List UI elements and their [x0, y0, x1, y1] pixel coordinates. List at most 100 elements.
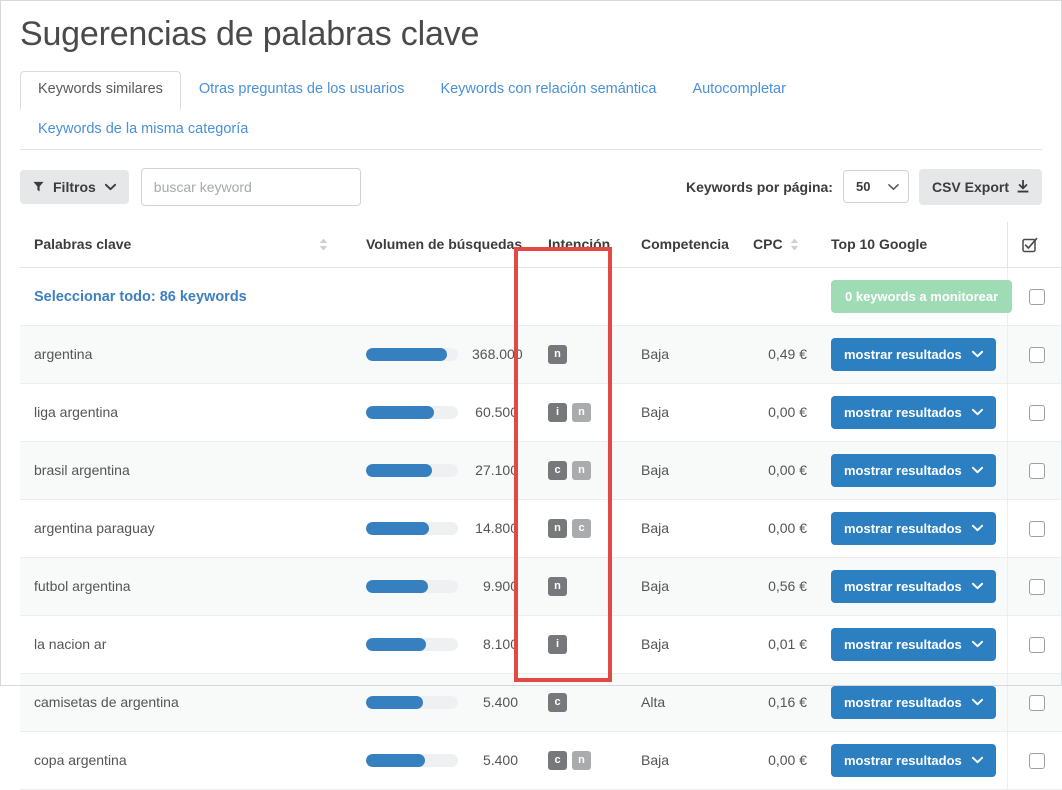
filters-button[interactable]: Filtros — [20, 169, 129, 204]
cell-cpc: 0,01 € — [739, 615, 817, 674]
cell-keyword[interactable]: argentina paraguay — [20, 499, 352, 558]
cell-competition: Alta — [627, 673, 739, 732]
cpc-value: 0,00 € — [768, 404, 807, 421]
row-checkbox[interactable] — [1028, 347, 1045, 364]
show-results-button[interactable]: mostrar resultados — [831, 685, 996, 719]
intent-badge-n[interactable]: n — [572, 460, 591, 480]
show-results-button[interactable]: mostrar resultados — [831, 511, 996, 545]
intent-badge-c[interactable]: c — [548, 460, 567, 480]
cell-keyword[interactable]: copa argentina — [20, 731, 352, 790]
cell-competition: Baja — [627, 731, 739, 790]
cell-intent: in — [534, 383, 627, 442]
volume-value: 14.800 — [475, 520, 518, 537]
volume-value: 368.000 — [472, 346, 523, 363]
column-header-intent[interactable]: Intención — [534, 221, 627, 268]
per-page-select[interactable]: 50 — [842, 170, 909, 204]
select-all-spacer-intent — [534, 267, 627, 326]
cell-top10: mostrar resultados — [817, 499, 1007, 558]
show-results-button[interactable]: mostrar resultados — [831, 337, 996, 371]
keyword-text: copa argentina — [34, 752, 127, 769]
row-checkbox[interactable] — [1028, 521, 1045, 538]
cell-keyword[interactable]: camisetas de argentina — [20, 673, 352, 732]
intent-badge-n[interactable]: n — [572, 402, 591, 422]
csv-export-button[interactable]: CSV Export — [918, 168, 1042, 205]
column-header-competition[interactable]: Competencia — [627, 221, 739, 268]
row-checkbox[interactable] — [1028, 637, 1045, 654]
monitor-keywords-button[interactable]: 0 keywords a monitorear — [831, 279, 1013, 313]
intent-badge-n[interactable]: n — [548, 344, 567, 364]
search-input[interactable] — [140, 167, 361, 206]
volume-bar — [366, 637, 458, 651]
table-row: brasil argentina 27.100 c n Baja 0,00 € mostra… — [20, 441, 1062, 500]
competition-value: Baja — [641, 636, 670, 653]
tab-relacion-semantica[interactable]: Keywords con relación semántica — [422, 71, 674, 110]
cell-cpc: 0,49 € — [739, 325, 817, 384]
intent-badge-i[interactable]: i — [548, 634, 567, 654]
cell-keyword[interactable]: futbol argentina — [20, 557, 352, 616]
row-checkbox[interactable] — [1028, 753, 1045, 770]
cell-keyword[interactable]: liga argentina — [20, 383, 352, 442]
select-all-link[interactable]: Seleccionar todo: 86 keywords — [34, 289, 247, 305]
show-results-button[interactable]: mostrar resultados — [831, 627, 996, 661]
tab-otras-preguntas[interactable]: Otras preguntas de los usuarios — [181, 71, 423, 110]
keyword-text: liga argentina — [34, 404, 119, 421]
column-header-keyword[interactable]: Palabras clave — [20, 221, 352, 268]
cell-top10: mostrar resultados — [817, 615, 1007, 674]
row-checkbox[interactable] — [1028, 579, 1045, 596]
intent-badge-i[interactable]: i — [548, 402, 567, 422]
cell-intent: c — [534, 673, 627, 732]
show-results-label: mostrar resultados — [844, 346, 962, 362]
cell-keyword[interactable]: argentina — [20, 325, 352, 384]
cpc-value: 0,00 € — [768, 462, 807, 479]
volume-value: 5.400 — [482, 752, 518, 769]
cell-intent: n — [534, 557, 627, 616]
column-header-top10[interactable]: Top 10 Google — [817, 221, 1007, 268]
keyword-text: argentina paraguay — [34, 520, 155, 537]
competition-value: Baja — [641, 346, 670, 363]
cell-keyword[interactable]: brasil argentina — [20, 441, 352, 500]
cell-top10: mostrar resultados — [817, 673, 1007, 732]
column-header-intent-label: Intención — [548, 236, 611, 253]
column-header-keyword-label: Palabras clave — [34, 236, 132, 253]
column-header-select-all[interactable] — [1006, 221, 1062, 268]
cpc-value: 0,00 € — [768, 752, 807, 769]
intent-badge-n[interactable]: n — [548, 576, 567, 596]
intent-badge-n[interactable]: n — [572, 750, 591, 770]
tab-autocompletar[interactable]: Autocompletar — [674, 71, 804, 110]
tab-misma-categoria[interactable]: Keywords de la misma categoría — [20, 111, 266, 150]
show-results-button[interactable]: mostrar resultados — [831, 395, 996, 429]
cell-volume: 27.100 — [352, 441, 534, 500]
toolbar-right-group: Keywords por página: 50 CSV Export — [686, 168, 1042, 205]
show-results-button[interactable]: mostrar resultados — [831, 743, 996, 777]
show-results-label: mostrar resultados — [844, 752, 962, 768]
volume-bar — [366, 405, 458, 419]
select-all-checkbox-icon[interactable] — [1021, 236, 1038, 253]
sort-icon[interactable] — [790, 238, 799, 251]
intent-badge-n[interactable]: n — [548, 518, 567, 538]
cell-row-checkbox — [1006, 673, 1062, 732]
column-header-volume[interactable]: Volumen de búsquedas — [352, 221, 534, 268]
cell-top10: mostrar resultados — [817, 441, 1007, 500]
show-results-button[interactable]: mostrar resultados — [831, 453, 996, 487]
column-header-cpc[interactable]: CPC — [739, 221, 817, 268]
row-checkbox[interactable] — [1028, 463, 1045, 480]
volume-bar — [366, 521, 458, 535]
cell-volume: 14.800 — [352, 499, 534, 558]
table-row: camisetas de argentina 5.400 c Alta 0,16 € mo… — [20, 673, 1062, 732]
keyword-text: argentina — [34, 346, 93, 363]
row-checkbox[interactable] — [1028, 695, 1045, 712]
row-checkbox[interactable] — [1028, 405, 1045, 422]
show-results-button[interactable]: mostrar resultados — [831, 569, 996, 603]
cell-keyword[interactable]: la nacion ar — [20, 615, 352, 674]
tab-keywords-similares[interactable]: Keywords similares — [20, 70, 181, 110]
select-all-cell: Seleccionar todo: 86 keywords — [20, 267, 352, 326]
intent-badge-c[interactable]: c — [572, 518, 591, 538]
intent-badge-c[interactable]: c — [548, 692, 567, 712]
intent-badge-c[interactable]: c — [548, 750, 567, 770]
cell-row-checkbox — [1006, 383, 1062, 442]
row-checkbox[interactable] — [1028, 289, 1045, 306]
csv-export-label: CSV Export — [931, 178, 1009, 195]
keyword-text: la nacion ar — [34, 636, 107, 653]
sort-icon[interactable] — [319, 238, 328, 251]
volume-bar — [366, 753, 458, 767]
